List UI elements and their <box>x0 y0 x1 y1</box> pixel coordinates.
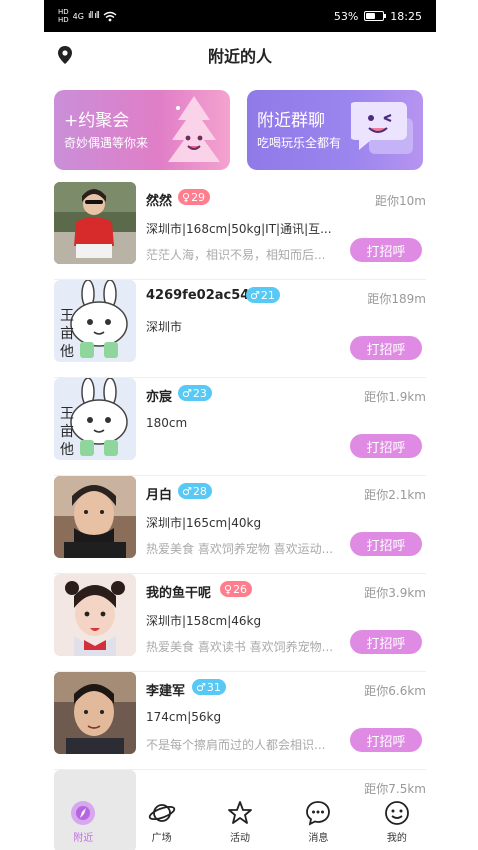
female-icon: ♀ <box>224 582 233 596</box>
location-pin-icon[interactable] <box>58 46 72 64</box>
wifi-icon <box>103 11 117 21</box>
distance-label: 距你189m <box>367 292 426 306</box>
planet-icon <box>148 804 175 822</box>
female-icon: ♀ <box>182 190 191 204</box>
group-chat-banner[interactable]: 附近群聊 吃喝玩乐全都有 <box>247 90 423 170</box>
user-name: 李建军 <box>146 684 186 699</box>
greet-button[interactable]: 打招呼 <box>350 630 422 654</box>
gender-age-badge: ♀ 26 <box>220 581 253 597</box>
user-bio: 不是每个擦肩而过的人都会相识... <box>146 738 326 752</box>
banner-title: 附近群聊 <box>257 111 325 131</box>
tab-nearby[interactable]: 附近 <box>44 796 122 850</box>
user-row[interactable]: 我的鱼干呢 ♀ 26 距你3.9km 深圳市|158cm|46kg 热爱美食 喜欢… <box>54 574 426 672</box>
avatar[interactable]: 王 亩 他 <box>54 378 136 460</box>
distance-label: 距你3.9km <box>364 586 426 600</box>
svg-text:亩: 亩 <box>60 325 74 342</box>
tab-activity[interactable]: 活动 <box>201 796 279 850</box>
gender-age-badge: ♂ 21 <box>246 287 280 303</box>
distance-label: 距你10m <box>375 194 426 208</box>
page-title: 附近的人 <box>207 47 272 66</box>
greet-button[interactable]: 打招呼 <box>350 532 422 556</box>
user-row[interactable]: 王 亩 他 亦宸 ♂ 23 距你1.9km 180cm 打招呼 <box>54 378 426 476</box>
chat-bubble-icon <box>306 801 331 826</box>
avatar[interactable] <box>54 476 136 558</box>
tab-messages[interactable]: 消息 <box>279 796 357 850</box>
svg-text:亩: 亩 <box>60 423 74 440</box>
user-info: 深圳市|165cm|40kg <box>146 516 262 530</box>
user-name: 我的鱼干呢 <box>146 586 212 601</box>
distance-label: 距你1.9km <box>364 390 426 404</box>
tab-label: 活动 <box>230 833 251 844</box>
battery-percent: 53% <box>333 9 359 23</box>
user-info: 深圳市 <box>146 320 183 334</box>
male-icon: ♂ <box>182 386 192 400</box>
avatar[interactable] <box>54 574 136 656</box>
compass-icon <box>71 801 96 825</box>
user-info: 174cm|56kg <box>146 710 222 724</box>
gender-age-badge: ♂ 28 <box>178 483 212 499</box>
clock: 18:25 <box>390 9 422 23</box>
male-icon: ♂ <box>250 288 260 302</box>
greet-button[interactable]: 打招呼 <box>350 336 422 360</box>
tab-me[interactable]: 我的 <box>358 796 436 850</box>
user-name: 亦宸 <box>146 390 173 405</box>
user-info: 180cm <box>146 416 188 430</box>
distance-label: 距你2.1km <box>364 488 426 502</box>
user-name: 4269fe02ac54 <box>146 288 250 303</box>
gender-age-badge: ♂ 23 <box>178 385 212 401</box>
winking-chat-bubble-icon <box>351 102 413 154</box>
user-bio: 热爱美食 喜欢饲养宠物 喜欢运动... <box>146 542 334 556</box>
nearby-user-list: 然然 ♀ 29 距你10m 深圳市|168cm|50kg|IT|通讯|互... 茫… <box>54 182 426 850</box>
smiling-tree-icon <box>168 96 220 162</box>
star-icon <box>228 801 252 824</box>
user-bio: 茫茫人海，相识不易，相知而后... <box>146 248 326 262</box>
greet-button[interactable]: 打招呼 <box>350 238 422 262</box>
user-row[interactable]: 然然 ♀ 29 距你10m 深圳市|168cm|50kg|IT|通讯|互... 茫… <box>54 182 426 280</box>
svg-text:他: 他 <box>60 442 74 458</box>
gender-age-badge: ♀ 29 <box>178 189 211 205</box>
banner-subtitle: 奇妙偶遇等你来 <box>64 136 149 150</box>
tab-square[interactable]: 广场 <box>122 796 200 850</box>
smiley-icon <box>384 801 409 825</box>
tab-label: 我的 <box>386 833 407 844</box>
user-row[interactable]: 王 亩 他 4269fe02ac54 ♂ 21 距你189m 深圳市 打招呼 <box>54 280 426 378</box>
svg-text:王: 王 <box>60 406 74 422</box>
user-row[interactable]: 月白 ♂ 28 距你2.1km 深圳市|165cm|40kg 热爱美食 喜欢饲养宠… <box>54 476 426 574</box>
male-icon: ♂ <box>182 484 192 498</box>
banner-subtitle: 吃喝玩乐全都有 <box>257 136 342 150</box>
banner-title: +约聚会 <box>64 111 130 131</box>
user-info: 深圳市|158cm|46kg <box>146 614 262 628</box>
gender-age-badge: ♂ 31 <box>192 679 226 695</box>
avatar[interactable] <box>54 672 136 754</box>
user-bio: 热爱美食 喜欢读书 喜欢饲养宠物... <box>146 640 334 654</box>
network-label: 4G <box>72 11 84 21</box>
battery-icon <box>364 11 387 21</box>
distance-label: 距你6.6km <box>364 684 426 698</box>
user-name: 然然 <box>146 194 173 209</box>
top-bar: 附近的人 <box>44 32 436 78</box>
bottom-tab-bar: 附近 广场 活动 消息 我的 <box>44 796 436 850</box>
hd-indicator: HD HD <box>58 8 69 24</box>
user-row[interactable]: 李建军 ♂ 31 距你6.6km 174cm|56kg 不是每个擦肩而过的人都会相… <box>54 672 426 770</box>
tab-label: 广场 <box>151 833 172 844</box>
avatar[interactable]: 王 亩 他 <box>54 280 136 362</box>
greet-button[interactable]: 打招呼 <box>350 434 422 458</box>
party-banner[interactable]: +约聚会 奇妙偶遇等你来 <box>54 90 230 170</box>
signal-icon: ıll ıll <box>87 11 100 21</box>
svg-text:他: 他 <box>60 344 74 360</box>
greet-button[interactable]: 打招呼 <box>350 728 422 752</box>
svg-text:王: 王 <box>60 308 74 324</box>
user-info: 深圳市|168cm|50kg|IT|通讯|互... <box>146 222 332 236</box>
distance-label: 距你7.5km <box>364 782 426 796</box>
tab-label: 消息 <box>308 833 329 844</box>
status-bar: HD HD 4G ıll ıll 53% 18:25 <box>44 0 436 32</box>
avatar[interactable] <box>54 182 136 264</box>
user-name: 月白 <box>146 488 173 503</box>
tab-label: 附近 <box>73 833 94 844</box>
male-icon: ♂ <box>196 680 206 694</box>
